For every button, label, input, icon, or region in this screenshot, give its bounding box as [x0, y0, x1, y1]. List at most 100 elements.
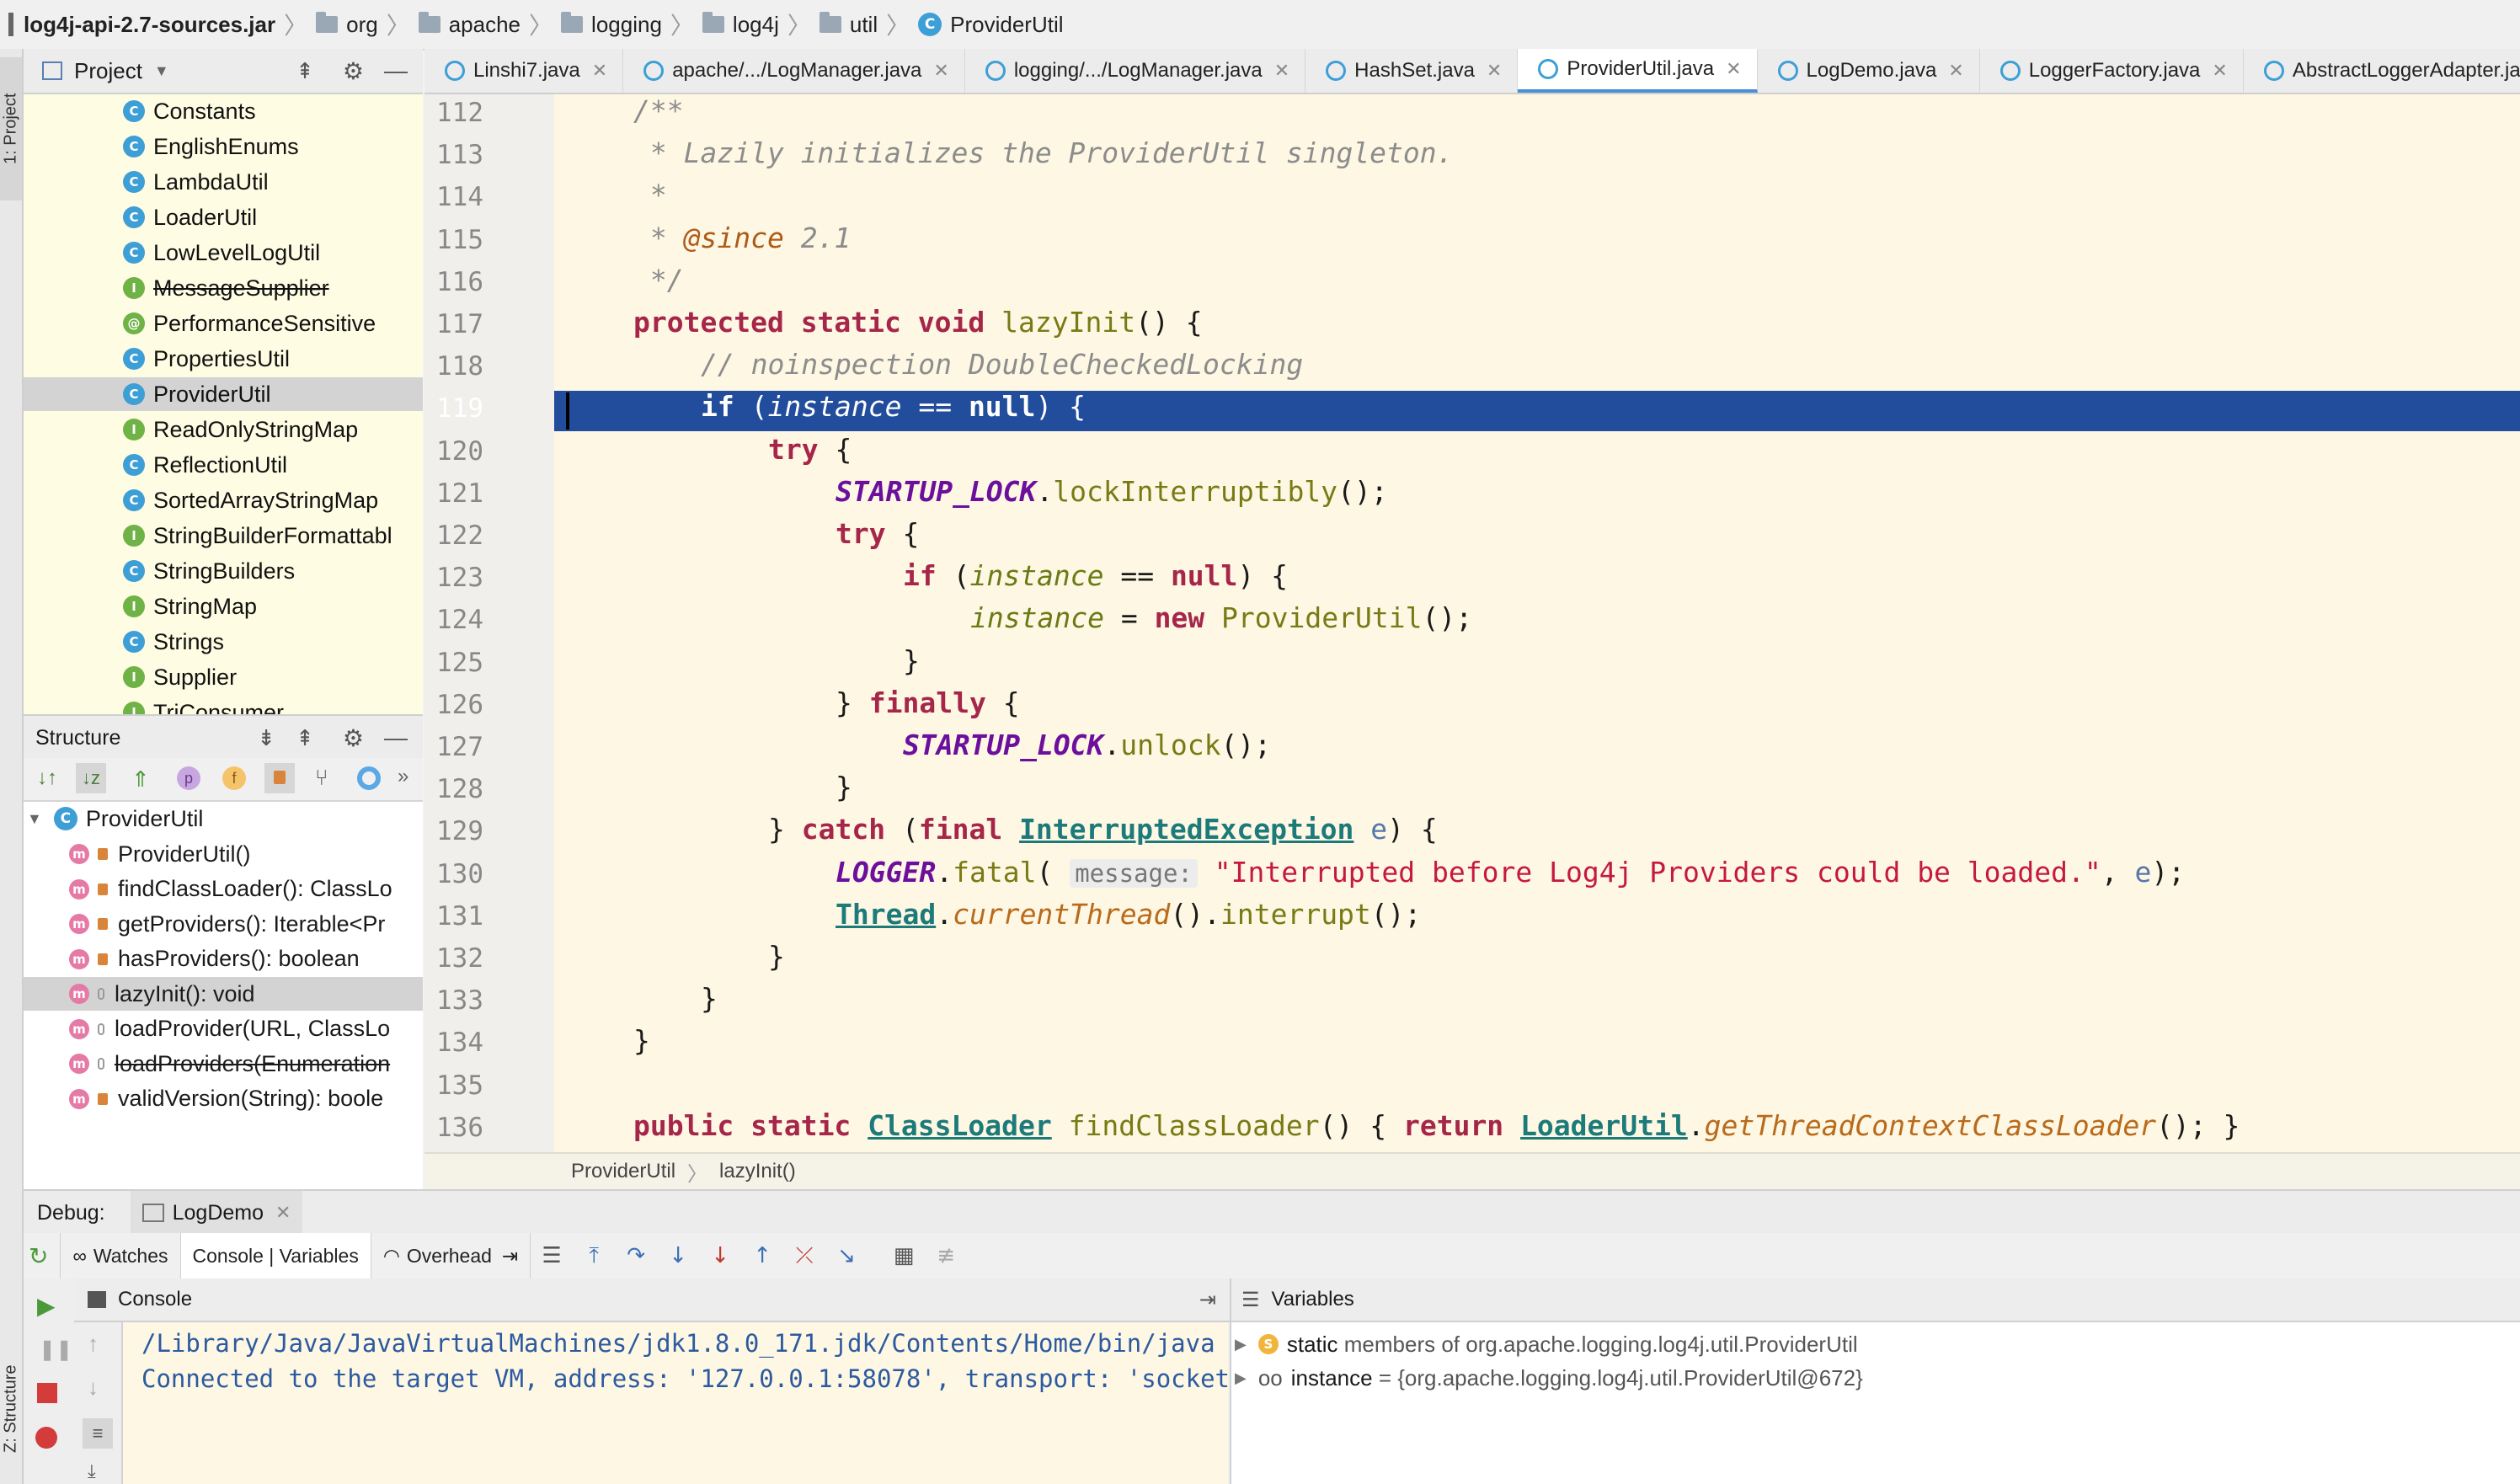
editor-tab[interactable]: LoggerFactory.java ✕: [1980, 49, 2244, 93]
more-icon[interactable]: »: [398, 765, 408, 788]
project-item[interactable]: C Strings: [123, 625, 224, 659]
structure-root[interactable]: ▼ C ProviderUtil: [27, 802, 203, 835]
project-item[interactable]: I StringMap: [123, 590, 257, 623]
close-icon[interactable]: ✕: [275, 1202, 291, 1224]
expand-triangle-icon[interactable]: ▶: [1235, 1369, 1247, 1387]
show-inherited-icon[interactable]: ⇑: [131, 766, 150, 793]
structure-member[interactable]: m ProviderUtil(): [24, 837, 423, 871]
project-item[interactable]: C LambdaUtil: [123, 165, 269, 199]
scroll-down-icon[interactable]: ↓: [88, 1375, 99, 1401]
editor-tab[interactable]: AbstractLoggerAdapter.java✕: [2244, 49, 2520, 93]
breadcrumb-item-jar[interactable]: log4j-api-2.7-sources.jar: [8, 0, 275, 49]
editor-tab[interactable]: Linshi7.java ✕: [424, 49, 624, 93]
sort-by-visibility-icon[interactable]: ↓↑: [37, 766, 57, 790]
project-item[interactable]: I ReadOnlyStringMap: [123, 413, 358, 446]
dropdown-arrow-icon[interactable]: ▼: [154, 62, 169, 80]
hide-panel-icon[interactable]: —: [384, 57, 408, 84]
resume-icon[interactable]: ▶: [37, 1292, 56, 1320]
structure-member[interactable]: m loadProvider(URL, ClassLo: [24, 1012, 423, 1046]
close-tab-icon[interactable]: ✕: [1487, 60, 1502, 82]
breadcrumb-item-log4j[interactable]: 〉 log4j: [662, 0, 779, 49]
project-item[interactable]: C ReflectionUtil: [123, 448, 287, 482]
structure-member[interactable]: m findClassLoader(): ClassLo: [24, 873, 423, 906]
structure-member[interactable]: m validVersion(String): boole: [24, 1082, 423, 1116]
tab-console-variables[interactable]: Console | Variables: [180, 1233, 371, 1278]
breadcrumb-item-logging[interactable]: 〉 logging: [521, 0, 662, 49]
soft-wrap-icon[interactable]: ≡: [83, 1418, 113, 1449]
view-breakpoints-icon[interactable]: [35, 1427, 57, 1449]
breadcrumb-item-apache[interactable]: 〉 apache: [378, 0, 521, 49]
project-item[interactable]: C PropertiesUtil: [123, 342, 290, 376]
close-tab-icon[interactable]: ✕: [1948, 60, 1963, 82]
project-item[interactable]: @ PerformanceSensitive: [123, 307, 376, 340]
gear-icon[interactable]: ⚙: [343, 724, 364, 752]
step-over-icon[interactable]: ↷: [625, 1245, 647, 1267]
gear-icon[interactable]: ⚙: [343, 57, 364, 85]
structure-member[interactable]: m loadProviders(Enumeration: [24, 1047, 423, 1081]
show-properties-icon[interactable]: p: [177, 766, 200, 790]
project-panel-title[interactable]: Project: [74, 58, 142, 84]
structure-member[interactable]: m lazyInit(): void: [24, 977, 423, 1011]
close-tab-icon[interactable]: ✕: [2212, 60, 2227, 82]
frames-menu-icon[interactable]: ☰: [541, 1245, 563, 1267]
collapse-all-icon[interactable]: ⇞: [296, 725, 314, 751]
editor-tab[interactable]: LogDemo.java ✕: [1758, 49, 1980, 93]
editor-breadcrumb-class[interactable]: ProviderUtil: [571, 1160, 675, 1183]
close-tab-icon[interactable]: ✕: [592, 60, 607, 82]
project-item[interactable]: C LowLevelLogUtil: [123, 236, 320, 270]
project-item[interactable]: I StringBuilderFormattabl: [123, 519, 392, 552]
expand-triangle-icon[interactable]: ▶: [1235, 1336, 1247, 1353]
variable-row-static[interactable]: ▶ S static members of org.apache.logging…: [1235, 1327, 1858, 1361]
scroll-to-end-icon[interactable]: ⤓: [88, 1460, 96, 1482]
editor-tab[interactable]: logging/.../LogManager.java ✕: [965, 49, 1306, 93]
run-to-cursor-icon[interactable]: ↘: [836, 1245, 857, 1267]
evaluate-expression-icon[interactable]: ▦: [893, 1245, 915, 1267]
scroll-up-icon[interactable]: ↑: [88, 1331, 99, 1357]
rerun-button[interactable]: ↻: [24, 1233, 61, 1278]
project-item[interactable]: C StringBuilders: [123, 554, 295, 588]
debug-session-tab[interactable]: LogDemo ✕: [130, 1191, 303, 1235]
collapse-all-icon[interactable]: ⇞: [296, 58, 314, 84]
structure-member[interactable]: m getProviders(): Iterable<Pr: [24, 907, 423, 941]
force-step-into-icon[interactable]: ↓: [709, 1245, 731, 1267]
sort-alphabetically-icon[interactable]: ↓z: [76, 763, 106, 793]
step-into-icon[interactable]: ↓: [667, 1245, 689, 1267]
editor-breadcrumb-method[interactable]: lazyInit(): [719, 1160, 796, 1183]
autoscroll-icon[interactable]: [357, 766, 381, 790]
structure-tool-tab[interactable]: Z: Structure: [0, 1337, 22, 1481]
project-item[interactable]: I TriConsumer: [123, 696, 284, 714]
project-item[interactable]: C EnglishEnums: [123, 130, 299, 163]
expand-all-icon[interactable]: ⇟: [257, 725, 275, 751]
project-item[interactable]: I Supplier: [123, 660, 237, 694]
show-fields-icon[interactable]: f: [222, 766, 246, 790]
editor-tab[interactable]: HashSet.java ✕: [1305, 49, 1519, 93]
project-item[interactable]: I MessageSupplier: [123, 271, 329, 305]
project-item[interactable]: C LoaderUtil: [123, 200, 257, 234]
drop-frame-icon[interactable]: ⤫: [793, 1245, 815, 1267]
editor-tab[interactable]: ProviderUtil.java ✕: [1518, 49, 1758, 93]
breadcrumb-item-org[interactable]: 〉 org: [275, 0, 378, 49]
pause-icon[interactable]: ❚❚: [39, 1337, 72, 1362]
project-tool-tab[interactable]: 1: Project: [0, 57, 22, 200]
close-tab-icon[interactable]: ✕: [1726, 58, 1741, 80]
variable-row-instance[interactable]: ▶ oo instance = {org.apache.logging.log4…: [1235, 1361, 1863, 1395]
tab-watches[interactable]: ∞ Watches: [61, 1233, 181, 1278]
trace-icon[interactable]: ≢: [935, 1245, 957, 1267]
restore-layout-icon[interactable]: ⇥: [1199, 1288, 1216, 1312]
step-out-icon[interactable]: ↑: [751, 1245, 773, 1267]
stop-icon[interactable]: [37, 1383, 57, 1403]
show-execution-point-icon[interactable]: ⤒: [583, 1245, 605, 1267]
close-tab-icon[interactable]: ✕: [1274, 60, 1289, 82]
tab-overhead[interactable]: ◠ Overhead ⇥: [371, 1233, 531, 1278]
show-lambdas-icon[interactable]: ⑂: [315, 765, 328, 791]
breadcrumb-item-util[interactable]: 〉 util: [779, 0, 878, 49]
close-tab-icon[interactable]: ✕: [933, 60, 948, 82]
hide-panel-icon[interactable]: —: [384, 724, 408, 751]
project-item[interactable]: C SortedArrayStringMap: [123, 483, 378, 517]
editor-tab[interactable]: apache/.../LogManager.java ✕: [623, 49, 965, 93]
structure-member[interactable]: m hasProviders(): boolean: [24, 942, 423, 976]
breadcrumb-item-providerutil[interactable]: 〉 C ProviderUtil: [878, 0, 1063, 49]
show-non-public-icon[interactable]: [264, 763, 295, 793]
project-item[interactable]: C Constants: [123, 94, 256, 128]
project-item[interactable]: C ProviderUtil: [24, 377, 423, 411]
